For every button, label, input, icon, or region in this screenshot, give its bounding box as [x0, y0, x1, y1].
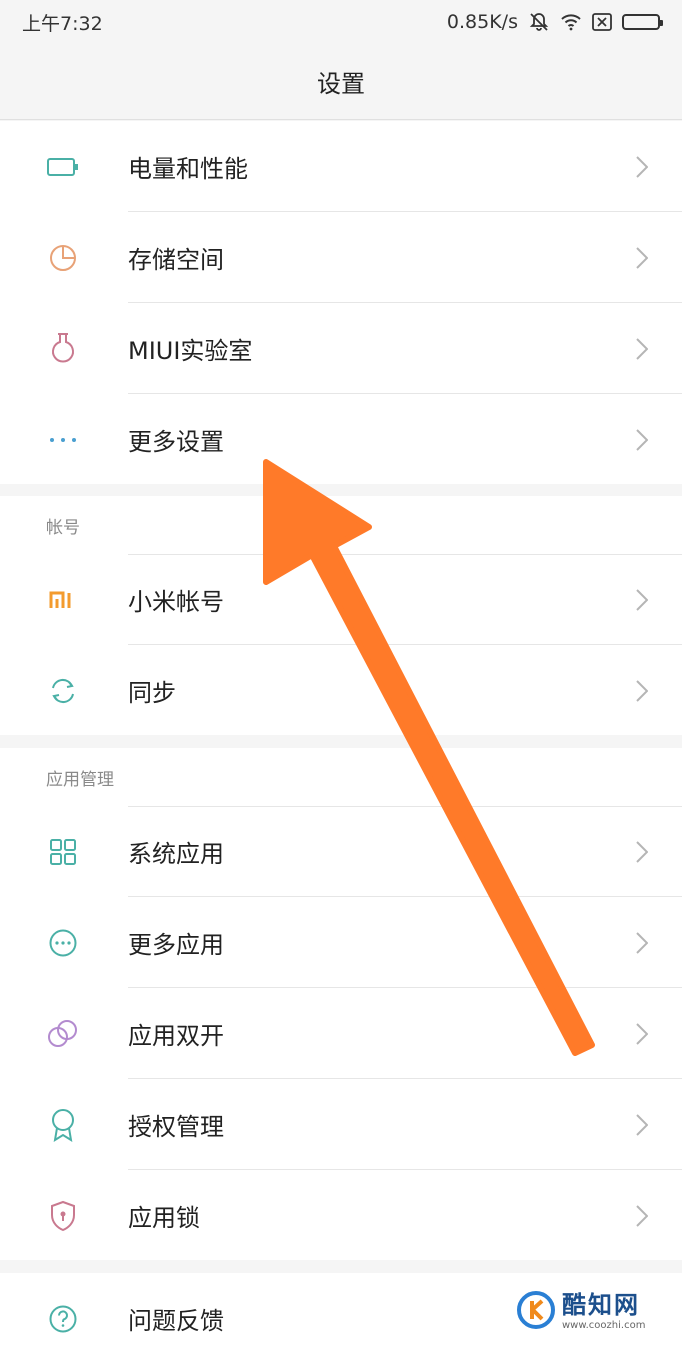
- watermark-logo-icon: [516, 1290, 556, 1334]
- battery-icon: [44, 148, 82, 186]
- sync-icon: [44, 672, 82, 710]
- settings-item-system-apps[interactable]: 系统应用: [0, 806, 682, 897]
- status-bar: 上午7:32 0.85K/s: [0, 0, 682, 44]
- chevron-right-icon: [632, 1202, 652, 1230]
- more-circle-icon: [44, 924, 82, 962]
- settings-item-battery[interactable]: 电量和性能: [0, 121, 682, 212]
- dual-circles-icon: [44, 1015, 82, 1053]
- grid-icon: [44, 833, 82, 871]
- settings-item-label: 存储空间: [128, 246, 224, 274]
- settings-item-label: 授权管理: [128, 1113, 224, 1141]
- settings-item-storage[interactable]: 存储空间: [0, 212, 682, 303]
- settings-item-sync[interactable]: 同步: [0, 645, 682, 736]
- settings-item-label: 电量和性能: [128, 155, 248, 183]
- settings-item-app-lock[interactable]: 应用锁: [0, 1170, 682, 1261]
- chevron-right-icon: [632, 838, 652, 866]
- chevron-right-icon: [632, 1111, 652, 1139]
- watermark: 酷知网 www.coozhi.com: [516, 1284, 666, 1340]
- settings-item-more-apps[interactable]: 更多应用: [0, 897, 682, 988]
- chevron-right-icon: [632, 244, 652, 272]
- chevron-right-icon: [632, 153, 652, 181]
- watermark-title: 酷知网: [562, 1291, 640, 1319]
- chevron-right-icon: [632, 1020, 652, 1048]
- settings-item-label: 应用双开: [128, 1022, 224, 1050]
- settings-item-dual-apps[interactable]: 应用双开: [0, 988, 682, 1079]
- settings-item-permissions[interactable]: 授权管理: [0, 1079, 682, 1170]
- no-sim-icon: [592, 13, 612, 31]
- settings-item-label: 同步: [128, 679, 176, 707]
- chevron-right-icon: [632, 426, 652, 454]
- wifi-icon: [560, 13, 582, 31]
- settings-item-more-settings[interactable]: 更多设置: [0, 394, 682, 485]
- settings-item-label: 问题反馈: [128, 1307, 224, 1335]
- settings-item-label: 应用锁: [128, 1204, 200, 1232]
- chevron-right-icon: [632, 929, 652, 957]
- shield-lock-icon: [44, 1197, 82, 1235]
- status-time: 上午7:32: [22, 12, 103, 35]
- page-title-bar: 设置: [0, 44, 682, 120]
- question-icon: [44, 1300, 82, 1338]
- mute-bell-icon: [528, 11, 550, 33]
- section-account: 帐号 小米帐号 同步: [0, 496, 682, 735]
- settings-item-label: 小米帐号: [128, 588, 224, 616]
- settings-item-label: 更多应用: [128, 931, 224, 959]
- chevron-right-icon: [632, 586, 652, 614]
- settings-item-miui-lab[interactable]: MIUI实验室: [0, 303, 682, 394]
- section-header-account: 帐号: [46, 517, 80, 538]
- settings-item-label: 系统应用: [128, 840, 224, 868]
- watermark-url: www.coozhi.com: [562, 1320, 646, 1331]
- mi-logo-icon: [44, 581, 82, 619]
- section-general: 电量和性能 存储空间 MIUI实验室 更多设置: [0, 121, 682, 484]
- chevron-right-icon: [632, 677, 652, 705]
- section-apps: 应用管理 系统应用 更多应用 应用双开 授权管理 应用锁: [0, 748, 682, 1260]
- section-header-apps: 应用管理: [46, 769, 114, 790]
- settings-item-label: 更多设置: [128, 428, 224, 456]
- settings-item-mi-account[interactable]: 小米帐号: [0, 554, 682, 645]
- page-title: 设置: [317, 70, 365, 98]
- badge-icon: [44, 1106, 82, 1144]
- network-speed: 0.85K/s: [446, 11, 518, 33]
- settings-item-label: MIUI实验室: [128, 337, 253, 365]
- pie-chart-icon: [44, 239, 82, 277]
- battery-status-icon: [622, 14, 663, 30]
- status-icons: 0.85K/s: [446, 11, 663, 33]
- chevron-right-icon: [632, 335, 652, 363]
- more-dots-icon: [44, 421, 82, 459]
- flask-icon: [44, 330, 82, 368]
